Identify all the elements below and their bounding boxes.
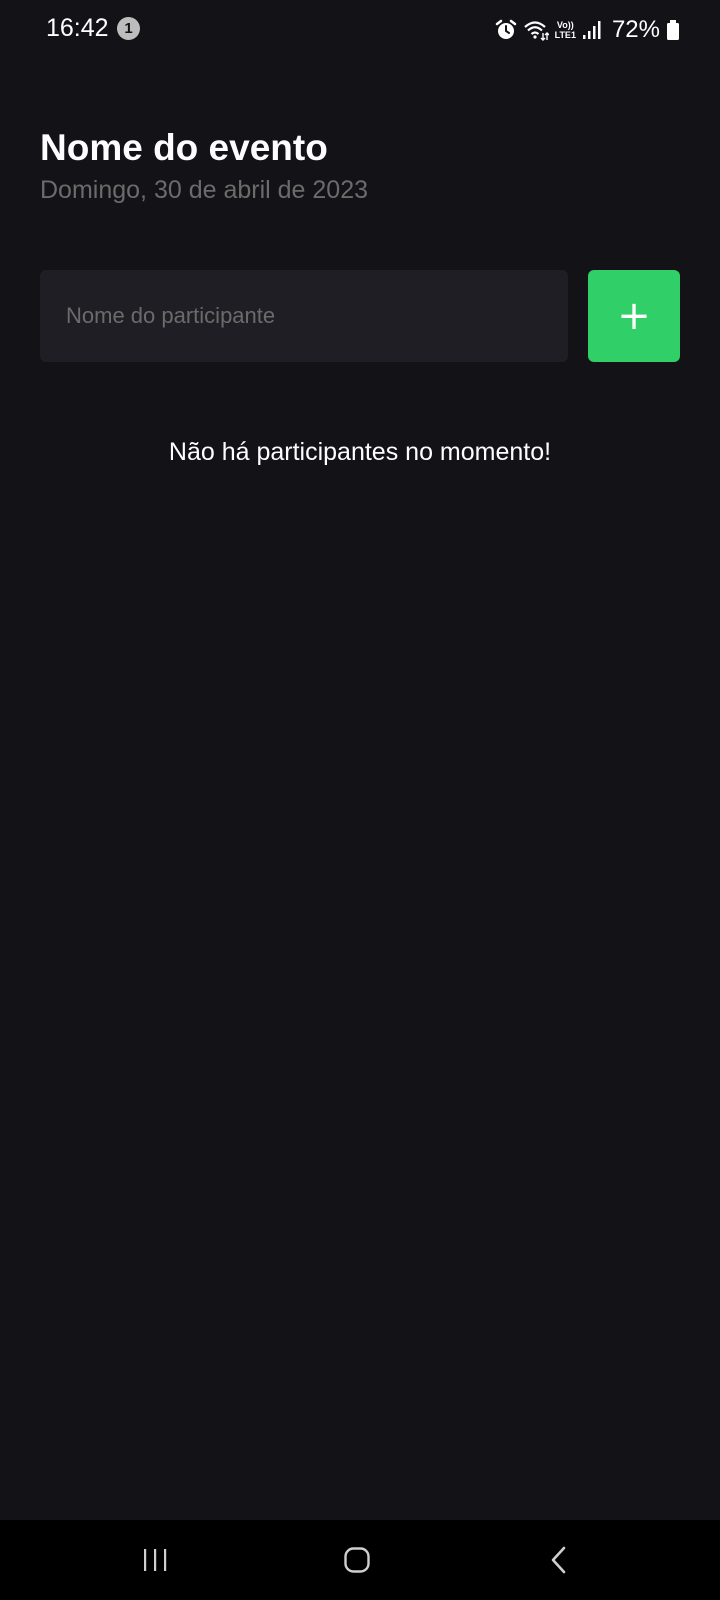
volte-label: Vo)) — [556, 20, 574, 30]
battery-icon — [666, 19, 680, 41]
system-navigation-bar — [0, 1520, 720, 1600]
status-time: 16:42 — [46, 14, 109, 42]
add-participant-button[interactable]: + — [588, 270, 680, 362]
wifi-icon — [523, 19, 549, 41]
participant-name-input[interactable] — [40, 270, 568, 362]
back-button[interactable] — [499, 1520, 619, 1600]
app-screen: 16:42 1 Vo)) LTE1 72% Nome do evento Dom… — [0, 0, 720, 1600]
home-button[interactable] — [297, 1520, 417, 1600]
lte-label: LTE1 — [554, 30, 576, 40]
alarm-icon — [495, 19, 517, 41]
plus-icon: + — [617, 293, 651, 339]
back-icon — [551, 1546, 566, 1574]
event-title: Nome do evento — [40, 127, 328, 168]
recent-apps-icon — [144, 1549, 167, 1571]
recent-apps-button[interactable] — [95, 1520, 215, 1600]
status-bar: 16:42 1 Vo)) LTE1 72% — [0, 0, 720, 60]
empty-list-message: Não há participantes no momento! — [168, 438, 552, 466]
status-icons: Vo)) LTE1 72% — [495, 14, 680, 46]
notification-count-badge: 1 — [117, 17, 140, 40]
event-date: Domingo, 30 de abril de 2023 — [40, 176, 369, 204]
home-icon — [344, 1547, 370, 1573]
signal-icon — [582, 20, 602, 40]
battery-percent: 72% — [611, 16, 660, 43]
volte-icon: Vo)) LTE1 — [555, 20, 576, 40]
